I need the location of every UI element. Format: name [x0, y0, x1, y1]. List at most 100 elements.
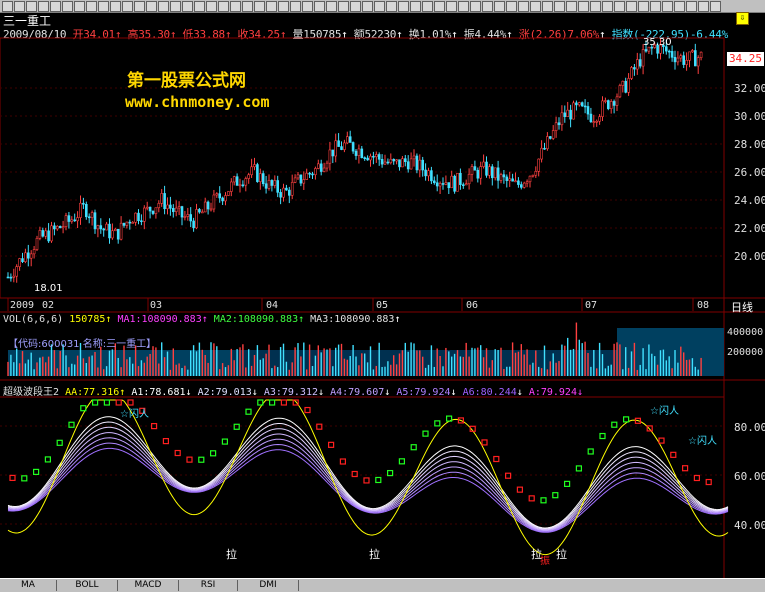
candle-body — [235, 176, 239, 186]
x-tick: 07 — [585, 300, 598, 311]
signal-block — [304, 406, 311, 414]
candle-body — [421, 159, 425, 171]
period-label[interactable]: 日线 — [731, 299, 753, 315]
ind-a1: A1:78.681 — [131, 387, 186, 398]
indicator-line — [7, 432, 729, 531]
signal-block — [32, 468, 40, 476]
candle-body — [154, 207, 158, 214]
indicator-tabs: MA BOLL MACD RSI DMI — [0, 578, 765, 592]
candle-body — [366, 157, 369, 161]
candle-body — [180, 206, 184, 218]
candle-body — [406, 161, 410, 170]
candle-body — [195, 209, 198, 229]
candle-body — [32, 249, 36, 255]
ind-y-tick: 60.00 — [734, 470, 765, 483]
candle-body — [403, 158, 407, 163]
candle-body — [232, 176, 236, 183]
candle-body — [374, 154, 378, 158]
candle-body — [244, 178, 248, 186]
brand-url[interactable]: www.chnmoney.com — [125, 93, 270, 111]
candle-body — [241, 184, 245, 187]
signal-block — [705, 478, 712, 486]
tab-boll[interactable]: BOLL — [57, 580, 118, 591]
candle-body — [531, 174, 535, 177]
candle-body — [682, 55, 686, 65]
volume-header: VOL(6,6,6) 150785↑ MA1:108090.883↑ MA2:1… — [3, 314, 401, 325]
candle-body — [50, 225, 53, 242]
high-label: 35.30 — [643, 37, 672, 48]
candle-body — [261, 173, 265, 185]
candle-body — [592, 121, 596, 123]
candle-body — [470, 166, 474, 175]
signal-block — [269, 399, 276, 406]
candle-body — [125, 221, 129, 226]
candle-body — [543, 147, 546, 150]
candle-body — [357, 148, 361, 156]
candle-body — [456, 172, 459, 192]
y-tick: 24.00 — [734, 194, 765, 207]
ind-a3: A3:79.312 — [263, 387, 318, 398]
tab-ma[interactable]: MA — [0, 580, 57, 591]
candle-body — [160, 193, 163, 204]
signal-block — [563, 480, 571, 487]
candle-body — [35, 237, 39, 250]
signal-block — [198, 456, 205, 463]
candle-body — [299, 174, 303, 184]
candle-body — [641, 49, 645, 67]
x-tick: 2009 — [10, 300, 35, 311]
candle-body — [186, 214, 190, 217]
candle-body — [302, 179, 306, 184]
candle-body — [551, 130, 555, 139]
candle-body — [444, 182, 448, 185]
ind-aa: AA:77.316 — [65, 387, 120, 398]
signal-block — [44, 456, 52, 463]
x-tick: 06 — [466, 300, 479, 311]
candle-body — [290, 182, 294, 196]
candle-body — [247, 174, 250, 179]
pull-label: 拉 — [556, 548, 567, 561]
candle-body — [319, 163, 323, 172]
signal-block — [410, 444, 417, 451]
candle-body — [122, 222, 126, 226]
price-panel-border — [0, 37, 725, 299]
candle-body — [316, 163, 320, 169]
tab-rsi[interactable]: RSI — [179, 580, 238, 591]
candle-body — [464, 183, 468, 186]
candle-body — [612, 101, 616, 106]
ind-a4: A4:79.607 — [330, 387, 385, 398]
tab-dmi[interactable]: DMI — [238, 580, 299, 591]
signal-block — [21, 475, 28, 482]
candle-body — [424, 169, 427, 177]
candle-body — [667, 50, 671, 53]
candle-body — [145, 206, 149, 209]
candle-body — [383, 161, 387, 165]
candle-body — [401, 158, 404, 168]
low-label: 18.01 — [34, 283, 63, 294]
candle-body — [496, 167, 500, 181]
candle-body — [351, 142, 355, 152]
candle-body — [566, 109, 570, 117]
code-label: 【代码:600031 名称:三一重工】 — [8, 339, 157, 350]
ind-y-tick: 80.00 — [734, 421, 765, 434]
candle-body — [9, 276, 13, 279]
candle-body — [166, 204, 169, 210]
tab-macd[interactable]: MACD — [118, 580, 179, 591]
signal-block — [481, 439, 488, 446]
candle-body — [102, 228, 105, 231]
candle-body — [64, 215, 68, 227]
brand-title: 第一股票公式网 — [127, 71, 246, 91]
candle-body — [108, 223, 111, 239]
signal-block — [540, 497, 547, 504]
candle-body — [82, 202, 85, 205]
candle-body — [441, 183, 445, 185]
candle-body — [151, 210, 155, 214]
candle-body — [604, 100, 607, 102]
candle-body — [615, 96, 619, 106]
signal-block — [316, 423, 323, 430]
candle-body — [586, 106, 590, 115]
signal-block — [622, 416, 630, 423]
candle-body — [363, 157, 367, 159]
candle-body — [519, 184, 523, 188]
candle-body — [624, 80, 628, 93]
y-tick: 30.00 — [734, 110, 765, 123]
